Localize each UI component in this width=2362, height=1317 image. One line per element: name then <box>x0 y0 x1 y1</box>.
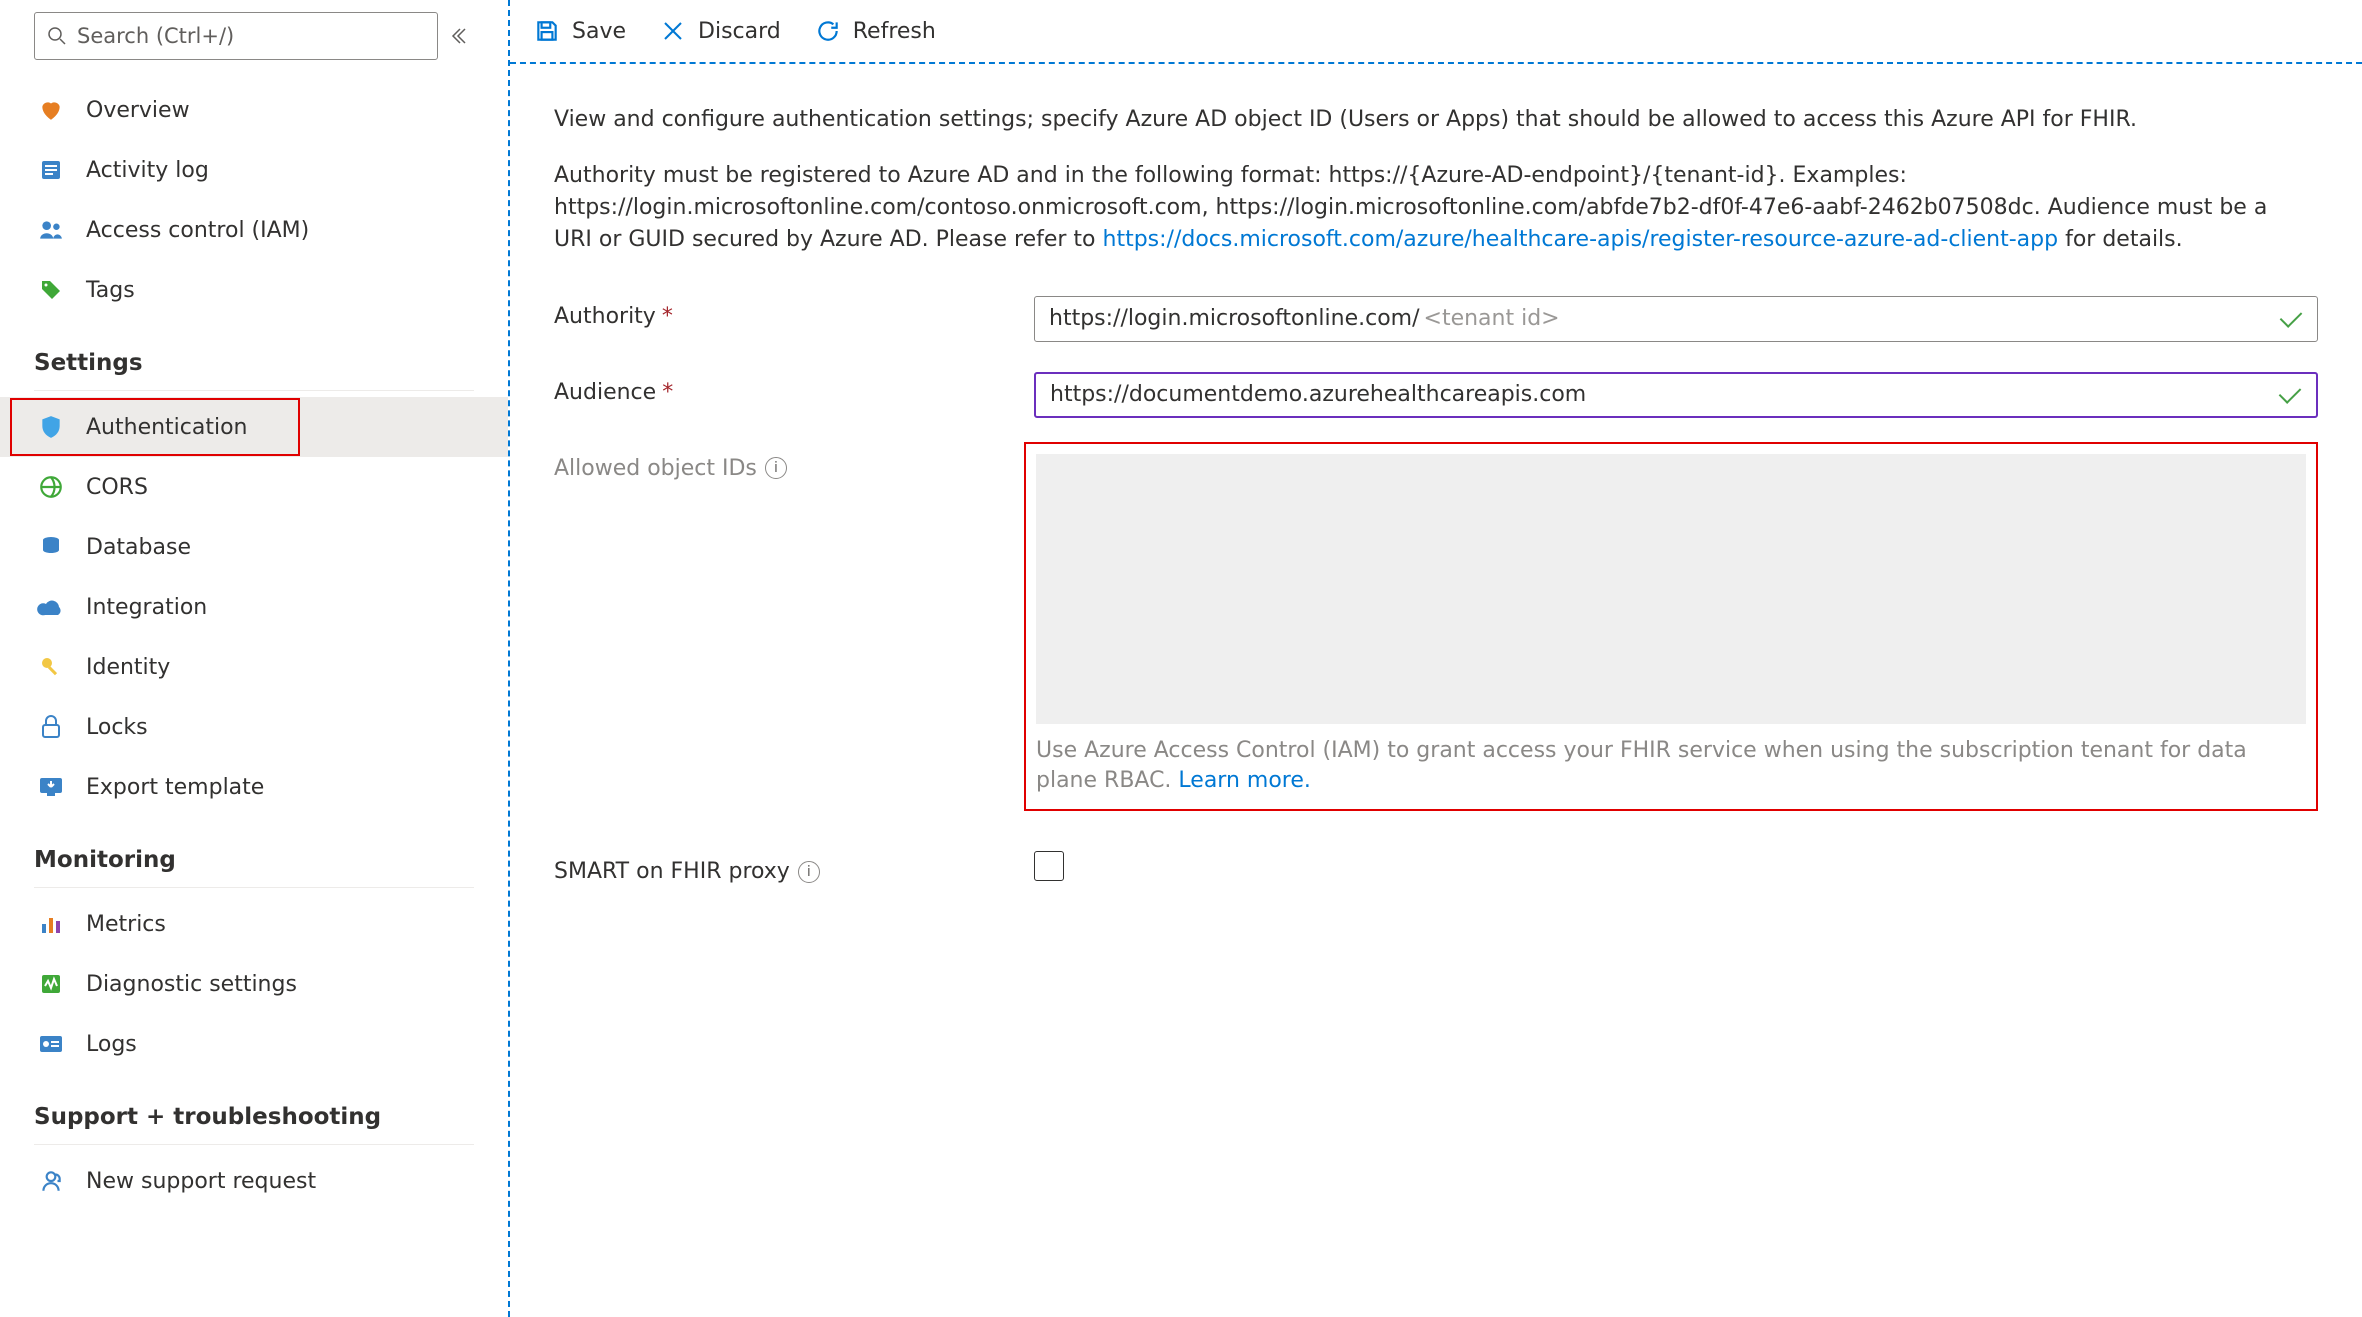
sidebar-item-activity-log[interactable]: Activity log <box>0 140 508 200</box>
sidebar-item-integration[interactable]: Integration <box>0 577 508 637</box>
smart-on-fhir-checkbox[interactable] <box>1034 851 1064 881</box>
section-title-support: Support + troubleshooting <box>0 1074 508 1138</box>
section-title-monitoring: Monitoring <box>0 817 508 881</box>
authority-value: https://login.microsoftonline.com/ <box>1049 306 1420 331</box>
annotation-highlight: Use Azure Access Control (IAM) to grant … <box>1024 442 2318 812</box>
toolbar: Save Discard Refresh <box>510 0 2362 64</box>
sidebar-item-label: Activity log <box>86 158 209 183</box>
sidebar-item-label: Identity <box>86 655 170 680</box>
toolbar-label: Save <box>572 19 626 44</box>
intro-text: View and configure authentication settin… <box>554 104 2304 136</box>
sidebar-item-database[interactable]: Database <box>0 517 508 577</box>
activity-log-icon <box>34 153 68 187</box>
divider <box>34 1144 474 1145</box>
sidebar-item-label: Export template <box>86 775 264 800</box>
smart-on-fhir-label: SMART on FHIR proxy i <box>554 851 1034 884</box>
section-title-settings: Settings <box>0 320 508 384</box>
sidebar-item-label: Access control (IAM) <box>86 218 309 243</box>
authority-input[interactable]: https://login.microsoftonline.com/ <tena… <box>1034 296 2318 342</box>
sidebar-item-new-support-request[interactable]: New support request <box>0 1151 508 1211</box>
lock-icon <box>34 710 68 744</box>
sidebar-item-cors[interactable]: CORS <box>0 457 508 517</box>
sidebar: Search (Ctrl+/) Overview Activity log Ac… <box>0 0 510 1317</box>
sidebar-item-tags[interactable]: Tags <box>0 260 508 320</box>
logs-icon <box>34 1027 68 1061</box>
save-icon <box>532 16 562 46</box>
export-icon <box>34 770 68 804</box>
sidebar-item-identity[interactable]: Identity <box>0 637 508 697</box>
sidebar-item-logs[interactable]: Logs <box>0 1014 508 1074</box>
refresh-icon <box>813 16 843 46</box>
toolbar-label: Refresh <box>853 19 936 44</box>
required-indicator: * <box>662 304 673 329</box>
audience-value: https://documentdemo.azurehealthcareapis… <box>1050 382 1586 407</box>
learn-more-link[interactable]: Learn more. <box>1178 768 1310 793</box>
audience-label: Audience* <box>554 372 1034 405</box>
info-icon[interactable]: i <box>798 861 820 883</box>
sidebar-item-authentication[interactable]: Authentication <box>0 397 508 457</box>
sidebar-item-label: Diagnostic settings <box>86 972 297 997</box>
docs-link[interactable]: https://docs.microsoft.com/azure/healthc… <box>1103 227 2059 252</box>
save-button[interactable]: Save <box>532 16 626 46</box>
shield-icon <box>34 410 68 444</box>
info-icon[interactable]: i <box>765 457 787 479</box>
toolbar-label: Discard <box>698 19 781 44</box>
people-icon <box>34 213 68 247</box>
content: View and configure authentication settin… <box>510 64 2362 954</box>
heart-icon <box>34 93 68 127</box>
collapse-sidebar-button[interactable] <box>438 27 478 45</box>
discard-button[interactable]: Discard <box>658 16 781 46</box>
sidebar-item-label: Metrics <box>86 912 166 937</box>
sidebar-item-diagnostic-settings[interactable]: Diagnostic settings <box>0 954 508 1014</box>
divider <box>34 887 474 888</box>
sidebar-item-iam[interactable]: Access control (IAM) <box>0 200 508 260</box>
key-icon <box>34 650 68 684</box>
discard-icon <box>658 16 688 46</box>
sidebar-item-label: Authentication <box>86 415 248 440</box>
sidebar-item-export-template[interactable]: Export template <box>0 757 508 817</box>
refresh-button[interactable]: Refresh <box>813 16 936 46</box>
database-icon <box>34 530 68 564</box>
main-panel: Save Discard Refresh View and configure … <box>510 0 2362 1317</box>
help-text-post: for details. <box>2058 227 2183 252</box>
sidebar-item-overview[interactable]: Overview <box>0 80 508 140</box>
sidebar-item-locks[interactable]: Locks <box>0 697 508 757</box>
metrics-icon <box>34 907 68 941</box>
object-ids-hint: Use Azure Access Control (IAM) to grant … <box>1036 736 2306 798</box>
sidebar-item-label: New support request <box>86 1169 316 1194</box>
divider <box>34 390 474 391</box>
sidebar-item-label: Tags <box>86 278 135 303</box>
audience-input[interactable]: https://documentdemo.azurehealthcareapis… <box>1034 372 2318 418</box>
globe-arrows-icon <box>34 470 68 504</box>
allowed-object-ids-label: Allowed object IDs i <box>554 448 1034 481</box>
sidebar-item-label: Logs <box>86 1032 137 1057</box>
sidebar-item-label: Database <box>86 535 191 560</box>
diagnostics-icon <box>34 967 68 1001</box>
allowed-object-ids-textarea[interactable] <box>1036 454 2306 724</box>
tag-icon <box>34 273 68 307</box>
sidebar-item-label: CORS <box>86 475 148 500</box>
search-input[interactable]: Search (Ctrl+/) <box>34 12 438 60</box>
sidebar-item-label: Integration <box>86 595 207 620</box>
sidebar-item-metrics[interactable]: Metrics <box>0 894 508 954</box>
cloud-icon <box>34 590 68 624</box>
required-indicator: * <box>662 380 673 405</box>
authority-help-text: Authority must be registered to Azure AD… <box>554 160 2304 256</box>
support-icon <box>34 1164 68 1198</box>
search-icon <box>47 26 67 46</box>
authority-tenant-hint: <tenant id> <box>1424 306 1560 331</box>
sidebar-item-label: Overview <box>86 98 190 123</box>
authority-label: Authority* <box>554 296 1034 329</box>
sidebar-item-label: Locks <box>86 715 148 740</box>
search-placeholder: Search (Ctrl+/) <box>77 24 234 48</box>
